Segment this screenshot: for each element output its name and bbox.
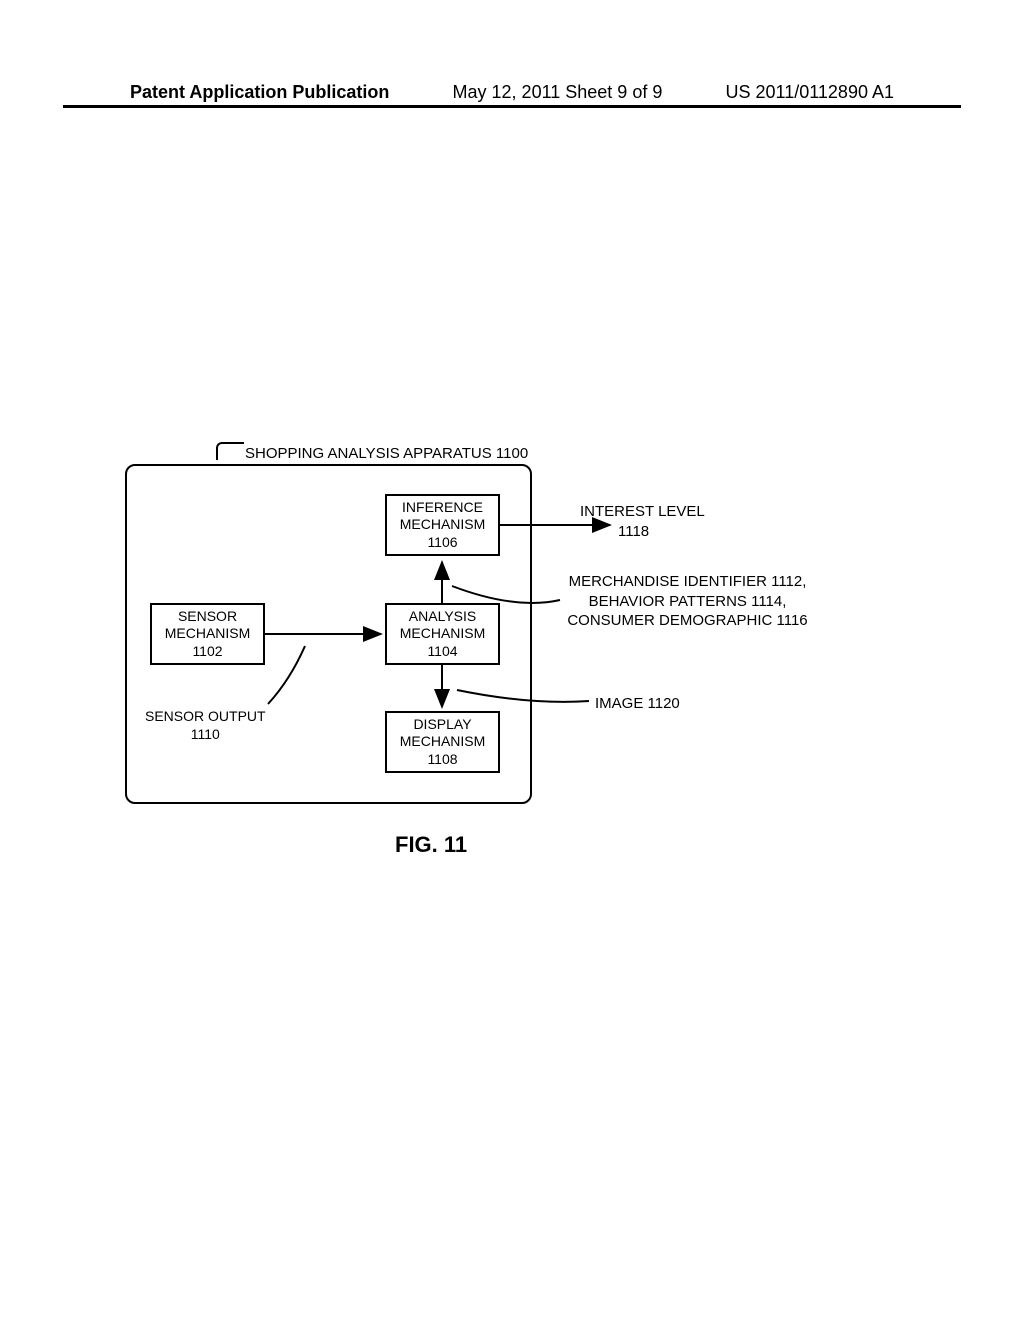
sensor-mechanism-block: SENSOR MECHANISM 1102 bbox=[150, 603, 265, 665]
label-line: BEHAVIOR PATTERNS 1114, bbox=[589, 593, 787, 610]
block-line: 1104 bbox=[427, 643, 457, 661]
block-line: 1108 bbox=[427, 751, 457, 769]
analysis-mechanism-block: ANALYSIS MECHANISM 1104 bbox=[385, 603, 500, 665]
page-header: Patent Application Publication May 12, 2… bbox=[0, 82, 1024, 103]
block-line: 1102 bbox=[192, 643, 222, 661]
header-right: US 2011/0112890 A1 bbox=[726, 82, 894, 103]
block-line: MECHANISM bbox=[165, 625, 251, 643]
label-line: 1118 bbox=[618, 523, 649, 540]
label-line: CONSUMER DEMOGRAPHIC 1116 bbox=[567, 612, 807, 629]
block-line: MECHANISM bbox=[400, 516, 486, 534]
display-mechanism-block: DISPLAY MECHANISM 1108 bbox=[385, 711, 500, 773]
apparatus-title: SHOPPING ANALYSIS APPARATUS 1100 bbox=[245, 445, 528, 462]
merchandise-label: MERCHANDISE IDENTIFIER 1112, BEHAVIOR PA… bbox=[555, 572, 820, 631]
image-label: IMAGE 1120 bbox=[595, 695, 680, 712]
diagram: SHOPPING ANALYSIS APPARATUS 1100 SENSOR … bbox=[125, 450, 905, 860]
block-line: DISPLAY bbox=[413, 716, 471, 734]
label-line: 1110 bbox=[191, 726, 220, 742]
title-leader-line bbox=[216, 442, 244, 460]
block-line: SENSOR bbox=[178, 608, 237, 626]
header-center: May 12, 2011 Sheet 9 of 9 bbox=[453, 82, 663, 103]
block-line: MECHANISM bbox=[400, 733, 486, 751]
block-line: MECHANISM bbox=[400, 625, 486, 643]
label-line: INTEREST LEVEL bbox=[580, 503, 705, 520]
header-left: Patent Application Publication bbox=[130, 82, 389, 103]
header-divider bbox=[63, 105, 961, 108]
label-line: SENSOR OUTPUT bbox=[145, 708, 266, 724]
inference-mechanism-block: INFERENCE MECHANISM 1106 bbox=[385, 494, 500, 556]
block-line: 1106 bbox=[427, 534, 457, 552]
interest-level-label: INTEREST LEVEL 1118 bbox=[580, 502, 705, 541]
sensor-output-label: SENSOR OUTPUT 1110 bbox=[145, 707, 266, 743]
label-line: MERCHANDISE IDENTIFIER 1112, bbox=[569, 573, 807, 590]
figure-caption: FIG. 11 bbox=[395, 832, 467, 858]
block-line: ANALYSIS bbox=[409, 608, 476, 626]
block-line: INFERENCE bbox=[402, 499, 483, 517]
